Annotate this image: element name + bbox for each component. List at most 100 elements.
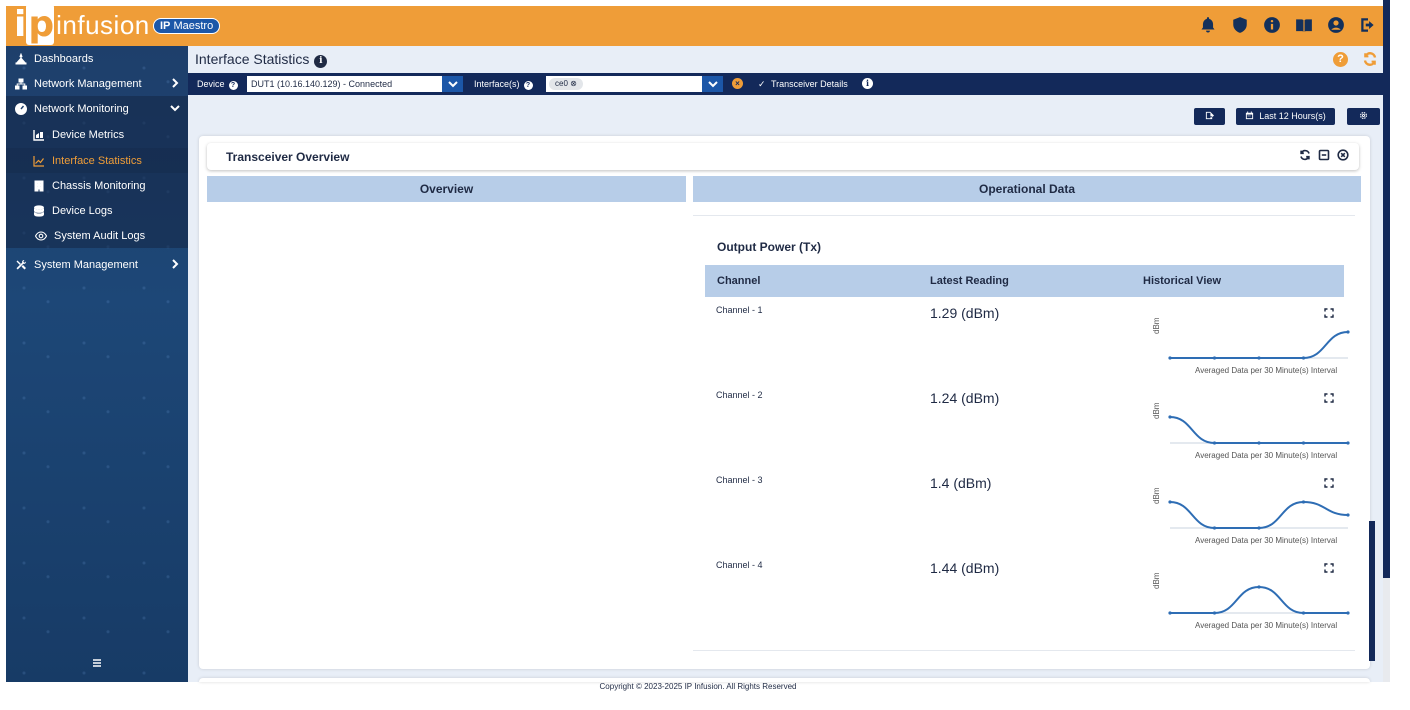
channel-name: Channel - 1 (716, 305, 763, 315)
export-button[interactable] (1194, 108, 1225, 125)
chip-remove-icon[interactable]: ⊗ (570, 79, 577, 88)
chart-area-icon (32, 128, 46, 142)
transceiver-details-toggle[interactable]: ✓ Transceiver Details (758, 79, 848, 90)
sidebar-item-label: Interface Statistics (52, 154, 142, 167)
expand-icon[interactable] (1324, 475, 1334, 488)
sparkline-point (1168, 415, 1172, 419)
sparkline-y-label: dBm (1152, 402, 1161, 419)
refresh-icon[interactable] (1362, 51, 1378, 67)
logo-ip-mark: ip (14, 4, 55, 45)
overview-column-header: Overview (207, 176, 686, 202)
page-header: Interface Statistics i ? (188, 46, 1389, 73)
table-row: Channel - 3 1.4 (dBm) dBm Averaged Data … (705, 470, 1350, 555)
device-select-value: DUT1 (10.16.140.129) - Connected (251, 79, 393, 89)
calendar-icon (1246, 111, 1254, 120)
ip-infusion-logo[interactable]: ip infusion (14, 4, 150, 45)
time-range-label: Last 12 Hours(s) (1259, 111, 1326, 121)
sidebar-item-device-metrics[interactable]: Device Metrics (6, 121, 188, 148)
sparkline-caption: Averaged Data per 30 Minute(s) Interval (1195, 621, 1338, 630)
settings-button[interactable] (1347, 108, 1380, 125)
sidebar-item-dashboards[interactable]: Dashboards (6, 46, 188, 71)
widget-header: Transceiver Overview (207, 143, 1359, 170)
sparkline-line (1169, 500, 1349, 529)
chevron-down-icon (170, 103, 180, 113)
expand-icon[interactable] (1324, 560, 1334, 573)
menu-collapse-icon[interactable] (90, 656, 104, 670)
interface-chip[interactable]: ce0 ⊗ (549, 78, 583, 90)
filter-bar: Device? DUT1 (10.16.140.129) - Connected… (188, 73, 1389, 95)
sparkline-point (1212, 526, 1217, 530)
device-select[interactable]: DUT1 (10.16.140.129) - Connected (247, 76, 463, 92)
channel-name: Channel - 2 (716, 390, 763, 400)
sidebar-item-system-audit-logs[interactable]: System Audit Logs (6, 223, 188, 248)
expand-icon[interactable] (1324, 305, 1334, 318)
sparkline: dBm Averaged Data per 30 Minute(s) Inter… (1152, 488, 1350, 550)
sidebar-item-network-monitoring[interactable]: Network Monitoring (6, 96, 188, 121)
info-icon[interactable] (1261, 14, 1283, 36)
clear-filter-icon[interactable]: × (732, 78, 743, 89)
device-label: Device? (197, 79, 238, 90)
device-help-icon[interactable]: ? (228, 81, 238, 90)
sparkline-caption: Averaged Data per 30 Minute(s) Interval (1195, 366, 1338, 375)
sidebar-item-interface-statistics[interactable]: Interface Statistics (6, 148, 188, 173)
sparkline-y-label: dBm (1152, 572, 1161, 589)
page-title: Interface Statistics i (195, 51, 328, 68)
info-icon[interactable]: i (314, 55, 328, 68)
checkmark-icon: ✓ (758, 79, 766, 89)
scrollbar-thumb[interactable] (1369, 521, 1375, 661)
minimize-icon[interactable] (1318, 149, 1330, 161)
expand-icon[interactable] (1324, 390, 1334, 403)
sidebar-item-chassis-monitoring[interactable]: Chassis Monitoring (6, 173, 188, 198)
page-title-text: Interface Statistics (195, 51, 310, 67)
sidebar-item-network-management[interactable]: Network Management (6, 71, 188, 96)
interface-help-icon[interactable]: ? (523, 81, 533, 90)
interface-dropdown-button[interactable] (701, 76, 723, 92)
transceiver-info-icon[interactable]: i (862, 78, 873, 89)
product-badge-bold: IP (160, 20, 171, 32)
chevron-down-icon (708, 81, 718, 88)
sidebar-item-label: Dashboards (34, 52, 94, 65)
close-icon[interactable] (1337, 149, 1349, 161)
sidebar: Dashboards Network Management Network Mo… (6, 46, 188, 682)
refresh-icon[interactable] (1299, 149, 1311, 161)
shield-icon[interactable] (1229, 14, 1251, 36)
sparkline-point (1346, 330, 1350, 334)
action-row: Last 12 Hours(s) (188, 95, 1389, 127)
widget-header-icons (1299, 149, 1349, 161)
sparkline-y-label: dBm (1152, 317, 1161, 334)
network-icon (14, 77, 28, 91)
export-icon (1205, 111, 1214, 120)
eye-icon (34, 229, 48, 243)
sparkline-point (1257, 526, 1261, 530)
sparkline-point (1301, 611, 1306, 615)
bell-icon[interactable] (1197, 14, 1219, 36)
time-range-button[interactable]: Last 12 Hours(s) (1236, 108, 1335, 125)
latest-reading: 1.4 (dBm) (930, 475, 992, 491)
section-title: Output Power (Tx) (717, 240, 821, 254)
sparkline-point (1301, 356, 1306, 360)
device-dropdown-button[interactable] (441, 76, 463, 92)
table-row: Channel - 2 1.24 (dBm) dBm Averaged Data… (705, 385, 1350, 470)
channel-name: Channel - 3 (716, 475, 763, 485)
operational-column-header: Operational Data (693, 176, 1361, 202)
chevron-down-icon (448, 81, 458, 88)
sparkline-point (1168, 356, 1172, 360)
gauge-icon (14, 102, 28, 116)
sparkline-point (1301, 441, 1306, 445)
help-icon[interactable]: ? (1333, 52, 1348, 67)
sidebar-item-system-management[interactable]: System Management (6, 252, 188, 277)
chart-line-icon (32, 154, 46, 168)
top-icon-group (1197, 14, 1379, 36)
sidebar-item-device-logs[interactable]: Device Logs (6, 198, 188, 223)
logout-icon[interactable] (1357, 14, 1379, 36)
book-icon[interactable] (1293, 14, 1315, 36)
chevron-right-icon (170, 259, 180, 269)
sparkline: dBm Averaged Data per 30 Minute(s) Inter… (1152, 573, 1350, 635)
interface-select[interactable]: ce0 ⊗ (546, 76, 701, 92)
sidebar-item-label: Chassis Monitoring (52, 179, 146, 192)
interface-chip-label: ce0 (555, 79, 568, 88)
user-icon[interactable] (1325, 14, 1347, 36)
column-header-latest-reading: Latest Reading (930, 275, 1009, 287)
tools-icon (14, 258, 28, 272)
dashboard-icon (14, 52, 28, 66)
